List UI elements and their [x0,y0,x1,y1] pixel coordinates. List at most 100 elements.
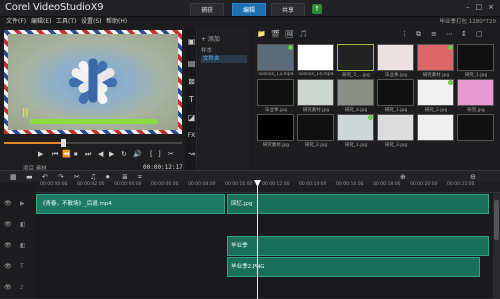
menu-tools[interactable]: 工具(T) [56,17,76,27]
track-row[interactable] [36,214,500,236]
track-row[interactable]: 《青春，不散场》_后退.mp4 回忆.jpg [36,193,500,215]
track-header[interactable]: 👁 T [0,256,36,278]
track-visibility-icon[interactable]: 👁 [4,242,12,249]
library-thumbnail[interactable] [257,114,294,141]
graphic-icon[interactable]: ◪ [187,113,196,122]
scrub-handle[interactable] [60,139,66,147]
undo-icon[interactable]: ↶ [42,172,48,182]
menu-settings[interactable]: 设置(S) [81,17,102,27]
library-thumbnail[interactable] [457,114,494,141]
library-thumbnail[interactable] [337,79,374,106]
prev-frame-button[interactable]: ◀ [98,150,103,158]
library-thumbnail[interactable] [377,114,414,141]
sort-icon[interactable]: ↕ [461,30,467,38]
title-icon[interactable]: T [187,95,196,104]
library-thumbnail[interactable] [377,79,414,106]
track-header[interactable]: 👁 ♪ [0,277,36,299]
menu-file[interactable]: 文件(F) [6,17,26,27]
timeline-clip[interactable]: 回忆.jpg [227,194,489,214]
mark-in-button[interactable]: [ [150,150,153,158]
library-thumbnail[interactable] [417,114,454,141]
library-thumbnail[interactable] [257,79,294,106]
volume-button[interactable]: 🔊 [133,150,142,158]
folder-icon[interactable]: 📁 [257,30,266,38]
menu-edit[interactable]: 编辑(E) [31,17,51,27]
media-icon[interactable]: ▣ [187,37,196,46]
end-button[interactable]: ⏭ [85,150,91,158]
audio-filter-icon[interactable]: 🎵 [299,30,308,38]
tab-share[interactable]: 共享 [271,3,305,16]
library-thumbnail[interactable] [337,44,374,71]
track-row[interactable] [36,277,500,299]
timeline-scroll-thumb[interactable] [494,200,499,240]
upload-button[interactable]: ↑ [312,4,322,14]
track-header[interactable]: 👁 ◧ [0,235,36,257]
thumbnail-view-icon[interactable]: ⧉ [416,30,421,39]
library-thumbnail[interactable] [297,44,334,71]
track-visibility-icon[interactable]: 👁 [4,284,12,291]
minimize-button[interactable]: – [466,3,470,11]
track-visibility-icon[interactable]: 👁 [4,221,12,228]
track-visibility-icon[interactable]: 👁 [4,263,12,270]
more-icon[interactable]: ⋮ [401,30,408,38]
transition-icon[interactable]: ⊠ [187,77,196,86]
library-thumbnail[interactable] [457,44,494,71]
split-button[interactable]: ✂ [168,150,174,158]
next-frame-button[interactable]: ▶ [109,150,114,158]
record-icon[interactable]: ⏺ [106,172,110,182]
thumbnail-label: 研究_4.jpg [344,108,368,113]
options-icon[interactable]: ⋯ [446,30,453,38]
timeline-clip[interactable]: 毕业季 [227,236,489,256]
add-folder-button[interactable]: + 添加 [201,34,220,43]
rewind-button[interactable]: ⏪ [62,150,71,158]
instant-project-icon[interactable]: ▤ [187,59,196,68]
subtitle-icon[interactable]: ≣ [122,172,128,182]
track-type-icon: ♪ [20,284,24,291]
audio-mixer-icon[interactable]: ♫ [90,172,96,182]
size-icon[interactable]: ▢ [476,30,483,38]
mark-out-button[interactable]: ] [158,150,161,158]
timeline-clip[interactable]: 《青春，不散场》_后退.mp4 [36,194,226,214]
thumbnail-label: 研究_1.jpg [384,108,408,113]
ruler-tick-label: 00:00:02:00 [77,182,105,187]
zoom-out-icon[interactable]: ⊖ [470,172,476,182]
library-thumbnail[interactable] [457,79,494,106]
menu-help[interactable]: 帮助(H) [106,17,127,27]
repeat-button[interactable]: ↻ [121,150,127,158]
video-filter-icon[interactable]: 🎬 [271,30,280,38]
list-view-icon[interactable]: ≡ [431,30,437,38]
path-icon[interactable]: ↝ [187,149,196,158]
grid-icon[interactable]: ⌗ [138,172,142,182]
track-visibility-icon[interactable]: 👁 [4,200,12,207]
nav-item-folder[interactable]: 文件夹 [201,55,247,63]
tab-capture[interactable]: 捕获 [190,3,224,16]
storyboard-view-icon[interactable]: ▦ [10,172,17,182]
library-thumbnail[interactable] [297,114,334,141]
maximize-button[interactable]: □ [476,3,483,11]
fx-icon[interactable]: FX [187,131,196,140]
timeline-ruler[interactable]: 00:00:00:00 00:00:02:00 00:00:04:00 00:00:0… [36,182,500,193]
timeline-view-icon[interactable]: ▬ [26,172,33,182]
zoom-in-icon[interactable]: ⊕ [400,172,406,182]
library-thumbnail[interactable] [297,79,334,106]
library-toolbar: 📁 🎬 🖼 🎵 ⋮ ⧉ ≡ ⋯ ↕ ▢ [251,30,500,41]
tab-edit[interactable]: 编辑 [232,3,266,16]
track-header[interactable]: 👁 ▶ [0,193,36,215]
timeline-clip[interactable]: 毕业季2.PNG [227,257,480,277]
home-button[interactable]: ⏮ [52,150,58,158]
close-button[interactable]: × [488,3,494,11]
timeline-toolbar: ▦ ▬ ↶ ↷ ✂ ♫ ⏺ ≣ ⌗ ⊕ ⊖ [0,170,500,182]
thumbnail-label: 研究素材.jpg [262,143,290,148]
stop-button[interactable]: ⏹ [74,150,78,158]
track-row[interactable]: 毕业季2.PNG [36,256,500,278]
track-row[interactable]: 毕业季 [36,235,500,257]
library-thumbnail[interactable] [377,44,414,71]
overlay-progress-bar [30,119,158,124]
nav-item-samples[interactable]: 样本 [201,47,247,55]
redo-icon[interactable]: ↷ [58,172,64,182]
track-header[interactable]: 👁 ◧ [0,214,36,236]
ruler-tick-label: 00:00:10:00 [225,182,253,187]
photo-filter-icon[interactable]: 🖼 [285,30,294,38]
split-icon[interactable]: ✂ [74,172,80,182]
play-button[interactable]: ▶ [38,150,43,158]
